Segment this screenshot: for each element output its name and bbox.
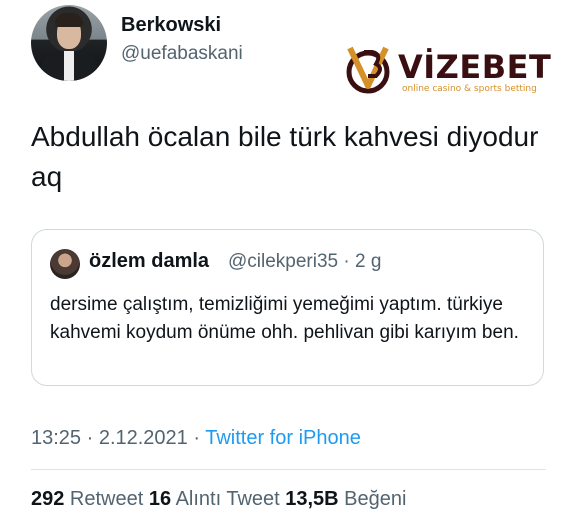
tweet-text: Abdullah öcalan bile türk kahvesi diyodu… [31,121,539,192]
retweet-label[interactable]: Retweet [64,488,148,510]
avatar-hair [55,13,83,27]
quote-count[interactable]: 16 [149,488,171,510]
quote-label[interactable]: Alıntı Tweet [171,488,285,510]
quoted-author-handle-time: @cilekperi35 · 2 g [228,251,382,272]
quoted-author-avatar [50,249,80,279]
tweet-timestamp[interactable]: 13:25 · 2.12.2021 · [31,427,205,449]
like-label[interactable]: Beğeni [339,488,406,510]
quoted-tweet-text: dersime çalıştım, temizliğimi yemeğimi y… [50,294,519,343]
author-avatar[interactable] [31,5,107,81]
tweet-source-link[interactable]: Twitter for iPhone [205,427,361,449]
quoted-tweet-card[interactable]: özlem damla @cilekperi35 · 2 g dersime ç… [31,229,544,386]
avatar-shirt [64,51,74,81]
quoted-author-name: özlem damla [89,250,210,272]
vizebet-wordmark: VİZEBET [398,48,552,86]
retweet-count[interactable]: 292 [31,488,64,510]
vizebet-logo-icon [346,46,390,94]
divider [31,469,546,470]
like-count[interactable]: 13,5B [285,488,338,510]
author-handle[interactable]: @uefabaskani [121,43,243,65]
tweet-metadata: 13:25 · 2.12.2021 · Twitter for iPhone [31,427,361,450]
engagement-stats: 292 Retweet 16 Alıntı Tweet 13,5B Beğeni [31,488,406,511]
vizebet-watermark-logo: VİZEBET online casino & sports betting [340,40,551,100]
author-name[interactable]: Berkowski [121,14,221,37]
vizebet-tagline: online casino & sports betting [402,84,537,94]
